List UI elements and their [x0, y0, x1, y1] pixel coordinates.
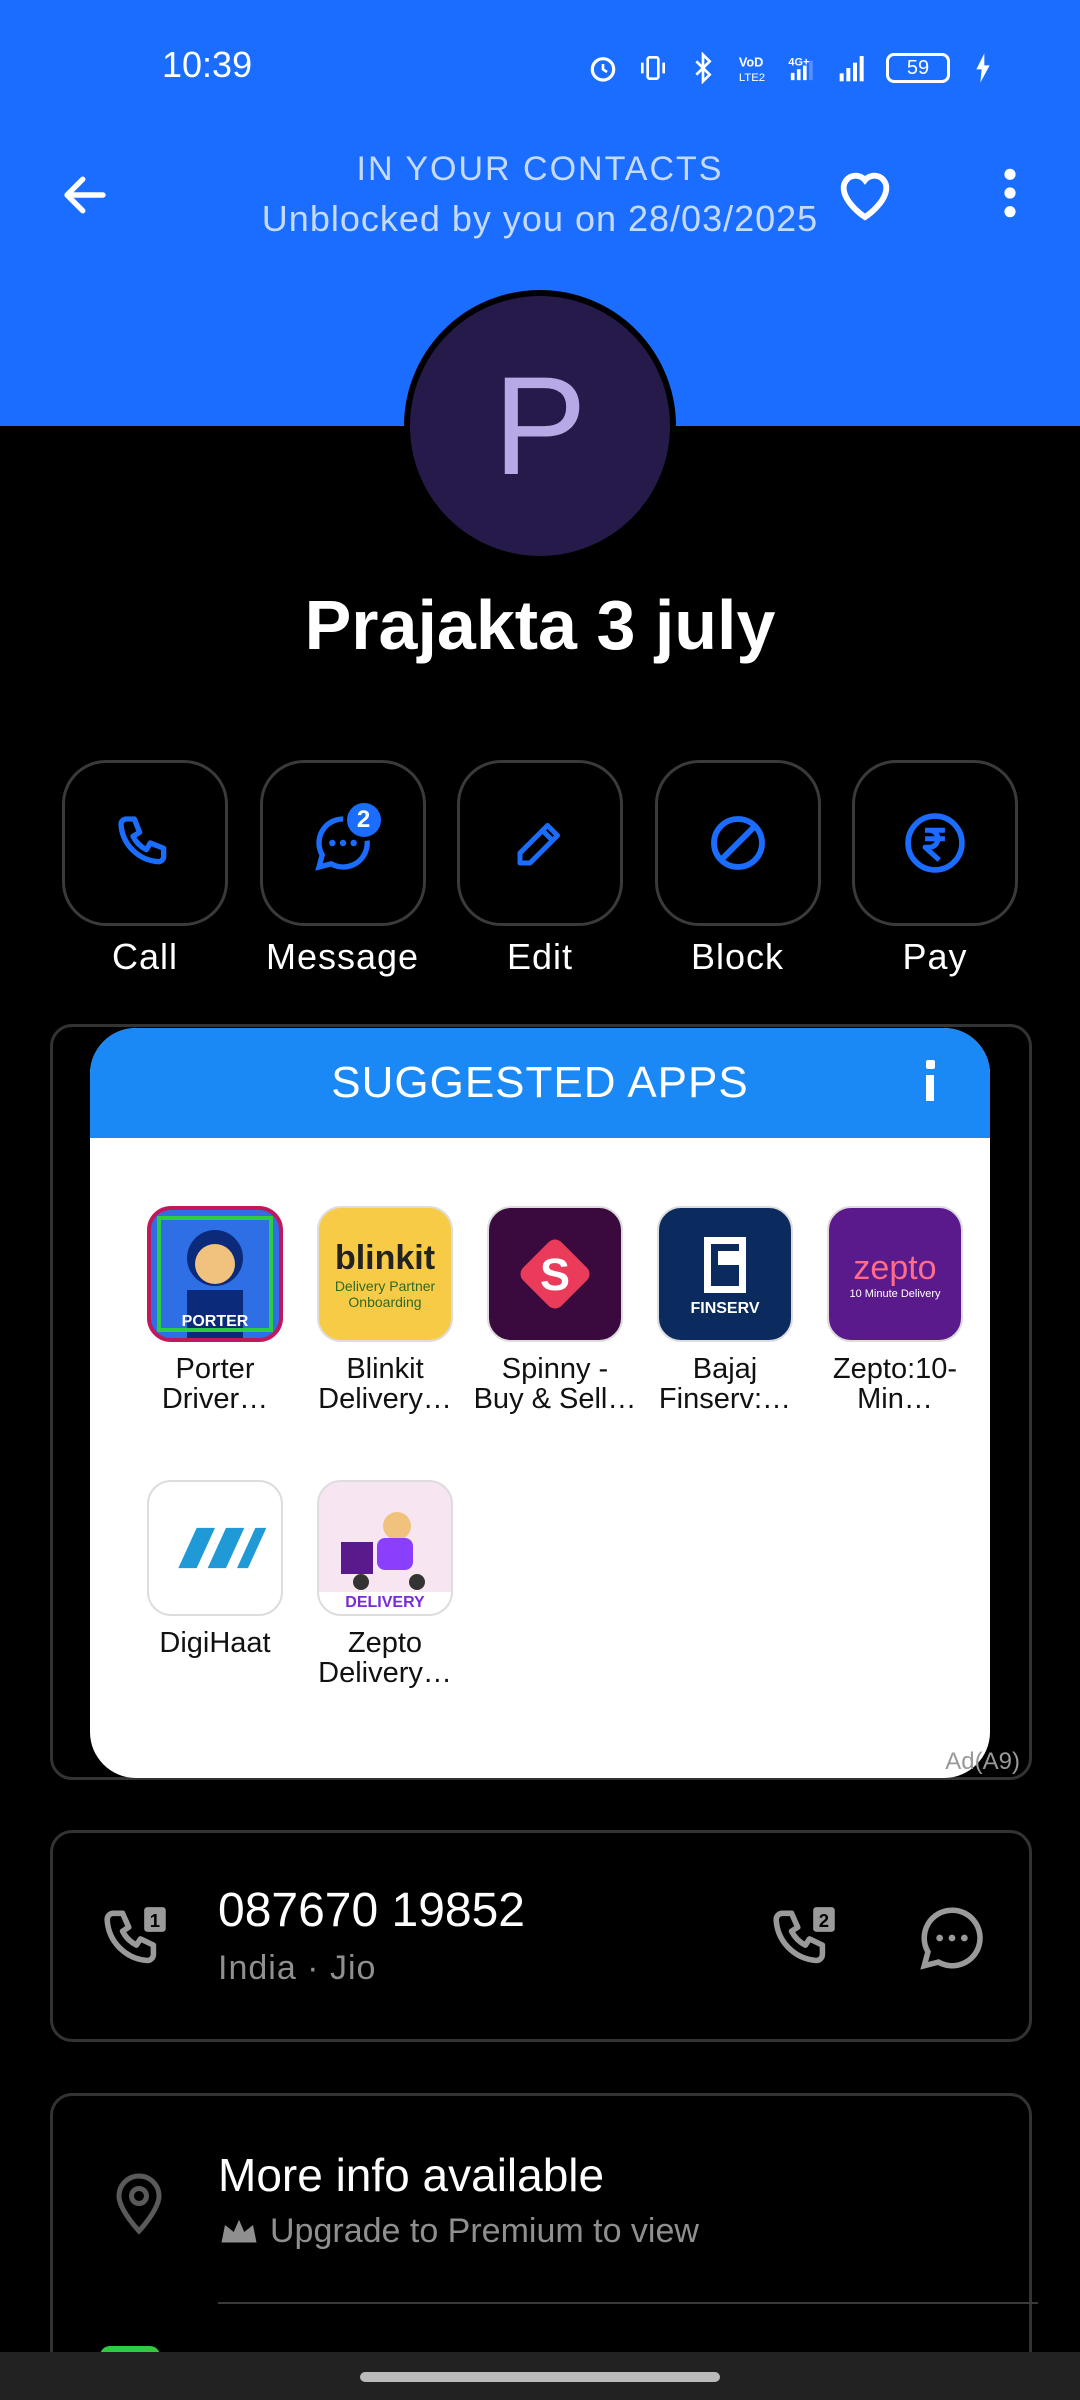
app-porter[interactable]: PORTER Porter Driver…	[130, 1206, 300, 1414]
app-bajaj[interactable]: FINSERV Bajaj Finserv:…	[640, 1206, 810, 1414]
digihaat-app-icon	[147, 1480, 283, 1616]
chat-bubble-icon	[920, 1907, 983, 1970]
edit-action[interactable]: Edit	[457, 760, 623, 978]
signal-icon	[836, 51, 870, 85]
suggested-apps-header: SUGGESTED APPS	[90, 1028, 990, 1138]
pay-label: Pay	[902, 936, 968, 977]
app-zepto-delivery[interactable]: DELIVERY Zepto Delivery…	[300, 1480, 470, 1688]
sms-button[interactable]	[915, 1901, 989, 1975]
crown-icon	[221, 2219, 257, 2242]
message-button[interactable]: 2	[259, 760, 426, 926]
info-icon[interactable]	[920, 1060, 940, 1106]
status-icons: VoD LTE2 4G+ 59	[586, 44, 1000, 92]
app-blinkit[interactable]: blinkit Delivery Partner Onboarding Blin…	[300, 1206, 470, 1414]
app-name: Blinkit Delivery…	[318, 1353, 452, 1415]
pencil-icon	[517, 823, 560, 866]
app-spinny[interactable]: S Spinny - Buy & Sell…	[470, 1206, 640, 1414]
contact-status-label: IN YOUR CONTACTS	[356, 150, 724, 188]
alarm-icon	[586, 51, 620, 85]
sim2-call-button[interactable]: 2	[770, 1901, 844, 1975]
ad-label: Ad(A9)	[945, 1748, 1020, 1775]
more-info-title: More info available	[218, 2149, 605, 2201]
app-digihaat[interactable]: DigiHaat	[130, 1480, 300, 1658]
zepto-app-icon: zepto 10 Minute Delivery	[827, 1206, 963, 1342]
app-name: Porter Driver…	[161, 1353, 269, 1415]
vibrate-icon	[636, 51, 670, 85]
svg-text:PORTER: PORTER	[182, 1313, 249, 1330]
pay-button[interactable]	[852, 760, 1018, 926]
home-gesture-handle[interactable]	[360, 2372, 720, 2382]
premium-upsell[interactable]: Upgrade to Premium to view	[218, 2212, 699, 2251]
porter-app-icon: PORTER	[147, 1206, 283, 1342]
app-name: Zepto Delivery…	[318, 1627, 452, 1689]
action-row: Call 2 Message Edit Block Pay	[62, 760, 1018, 978]
call-action[interactable]: Call	[62, 760, 228, 978]
status-bar: 10:39 VoD LTE2 4G+ 59	[0, 0, 1080, 130]
phone-sim2-icon: 2	[773, 1907, 835, 1964]
divider	[218, 2302, 1038, 2304]
block-action[interactable]: Block	[654, 760, 821, 978]
svg-text:S: S	[540, 1249, 570, 1300]
call-button[interactable]	[62, 760, 228, 926]
system-nav-bar	[0, 2352, 1080, 2400]
bluetooth-icon	[686, 51, 720, 85]
status-time: 10:39	[162, 44, 253, 85]
suggested-apps-card: SUGGESTED APPS PORTER Porter Driver… blin…	[90, 1028, 990, 1778]
edit-label: Edit	[506, 936, 574, 977]
app-name: Zepto:10- Min…	[832, 1353, 958, 1415]
message-action[interactable]: 2 Message	[259, 760, 426, 978]
battery-indicator: 59	[886, 53, 950, 83]
zepto-delivery-app-icon: DELIVERY	[317, 1480, 453, 1616]
charging-icon	[966, 51, 1000, 85]
bajaj-finserv-app-icon: FINSERV	[657, 1206, 793, 1342]
svg-text:2: 2	[819, 1910, 829, 1931]
svg-text:VoD: VoD	[739, 55, 764, 70]
top-app-bar: IN YOUR CONTACTS Unblocked by you on 28/…	[0, 140, 1080, 250]
block-button[interactable]	[654, 760, 821, 926]
rupee-icon	[905, 813, 965, 873]
app-name: Spinny - Buy & Sell…	[473, 1353, 637, 1415]
call-label: Call	[111, 936, 178, 977]
premium-upsell-text: Upgrade to Premium to view	[270, 2212, 699, 2250]
svg-text:1: 1	[150, 1910, 160, 1931]
network-4g-icon: 4G+	[786, 51, 820, 85]
carrier-info: India · Jio	[218, 1949, 377, 1987]
unread-badge: 2	[342, 799, 385, 841]
contact-name: Prajakta 3 july	[304, 586, 776, 664]
more-options-button[interactable]	[975, 158, 1045, 228]
phone-number-card[interactable]: 1 087670 19852 India · Jio 2	[50, 1830, 1032, 2042]
phone-icon	[118, 816, 167, 865]
block-label: Block	[690, 936, 785, 977]
app-name: Bajaj Finserv:…	[658, 1353, 792, 1415]
phone-number: 087670 19852	[218, 1884, 525, 1937]
app-zepto[interactable]: zepto 10 Minute Delivery Zepto:10- Min…	[810, 1206, 980, 1414]
spinny-app-icon: S	[487, 1206, 623, 1342]
avatar: P	[404, 290, 676, 562]
sim1-call-button[interactable]: 1	[101, 1901, 175, 1975]
blinkit-app-icon: blinkit Delivery Partner Onboarding	[317, 1206, 453, 1342]
app-name: DigiHaat	[159, 1627, 271, 1659]
unblocked-info: Unblocked by you on 28/03/2025	[261, 198, 819, 239]
heart-icon	[840, 172, 890, 221]
kebab-menu-icon	[1004, 168, 1016, 218]
svg-text:LTE2: LTE2	[739, 72, 765, 84]
suggested-apps-title: SUGGESTED APPS	[331, 1058, 749, 1107]
phone-sim1-icon: 1	[104, 1907, 166, 1964]
block-icon	[710, 816, 765, 870]
edit-button[interactable]	[457, 760, 623, 926]
message-label: Message	[265, 936, 420, 977]
location-pin-icon	[109, 2166, 169, 2236]
volte-icon: VoD LTE2	[736, 51, 770, 85]
pay-action[interactable]: Pay	[852, 760, 1018, 978]
favorite-button[interactable]	[830, 158, 900, 228]
